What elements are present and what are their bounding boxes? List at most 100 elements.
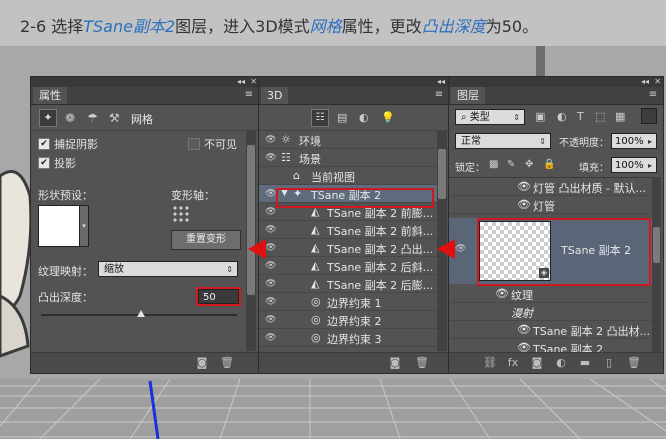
eye-icon[interactable]: 👁 (265, 279, 276, 289)
lock-transparency-icon[interactable]: ▩ (489, 159, 498, 170)
trash-icon[interactable]: 🗑 (220, 357, 234, 369)
texture-map-select[interactable]: 缩放 ⇕ (98, 261, 238, 277)
tab-layers[interactable]: 图层 (451, 87, 485, 104)
folder-icon[interactable]: ▬ (579, 357, 591, 369)
list-item[interactable]: 👁 ◎ 边界约束 1 (259, 293, 437, 311)
properties-scroll-thumb[interactable] (247, 145, 255, 295)
3d-titlebar[interactable]: ◂◂ (259, 77, 449, 87)
close-icon[interactable]: ✕ (250, 77, 257, 87)
list-item[interactable]: 👁 ◎ 边界约束 2 (259, 311, 437, 329)
eye-icon[interactable]: 👁 (265, 333, 276, 343)
eye-icon[interactable]: 👁 (265, 153, 276, 163)
new-layer-icon[interactable]: ▯ (603, 357, 615, 369)
lock-position-icon[interactable]: ✥ (525, 159, 533, 170)
layers-scroll-thumb[interactable] (653, 227, 660, 263)
light-filter-icon[interactable]: 💡 (381, 111, 395, 124)
blend-mode-select[interactable]: 正常 ⇕ (455, 133, 551, 149)
list-item-label: TSane 副本 2 凸出材... (533, 325, 651, 338)
list-item[interactable]: 👁 TSane 副本 2 凸出材... (449, 321, 652, 339)
mask-icon[interactable]: ◙ (531, 357, 543, 369)
tab-properties[interactable]: 属性 (33, 87, 67, 104)
type-filter-icon[interactable]: T (577, 110, 584, 123)
list-item-label: 灯管 凸出材质 - 默认... (533, 182, 646, 195)
list-item[interactable]: 👁 ☷ 场景 (259, 149, 437, 167)
layers-footer: ⛓ fx ◙ ◐ ▬ ▯ 🗑 (449, 352, 663, 373)
adjustment-filter-icon[interactable]: ◐ (557, 110, 567, 123)
invisible-checkbox[interactable] (188, 138, 200, 150)
properties-titlebar[interactable]: ◂◂ ✕ (31, 77, 259, 87)
eye-icon[interactable]: 👁 (517, 198, 531, 211)
eye-icon[interactable]: 👁 (517, 323, 531, 336)
list-item[interactable]: 👁 ◭ TSane 副本 2 后斜... (259, 257, 437, 275)
panel-menu-icon[interactable]: ≡ (243, 89, 255, 101)
eye-icon[interactable]: 👁 (265, 225, 276, 235)
eye-icon[interactable]: 👁 (265, 189, 276, 199)
render-icon[interactable]: ◙ (196, 357, 208, 369)
deform-icon[interactable]: ❁ (65, 111, 75, 125)
eye-icon[interactable]: 👁 (265, 315, 276, 325)
tab-3d[interactable]: 3D (261, 87, 289, 104)
eye-icon[interactable]: 👁 (517, 180, 531, 193)
list-item[interactable]: 漫射 (449, 303, 652, 321)
eye-icon[interactable]: 👁 (265, 207, 276, 217)
mesh-filter-icon[interactable]: ▤ (337, 111, 347, 124)
collapse-icon[interactable]: ◂◂ (437, 77, 445, 87)
trash-icon[interactable]: 🗑 (415, 357, 429, 369)
filter-toggle[interactable] (641, 108, 657, 124)
cap-icon[interactable]: ☂ (87, 111, 98, 125)
eye-icon[interactable]: 👁 (265, 261, 276, 271)
new-light-icon[interactable]: ◙ (389, 357, 401, 369)
cast-shadow-checkbox[interactable]: ✔ (38, 157, 50, 169)
reset-deform-button[interactable]: 重置变形 (171, 230, 241, 250)
list-item-label: TSane 副本 2 前斜... (327, 225, 434, 238)
chevron-down-icon: ▸ (647, 137, 652, 146)
shape-filter-icon[interactable]: ⬚ (595, 110, 605, 123)
lock-pixels-icon[interactable]: ✎ (507, 159, 515, 170)
collapse-icon[interactable]: ◂◂ (237, 77, 245, 87)
layers-titlebar[interactable]: ◂◂ ✕ (449, 77, 663, 87)
panel-menu-icon[interactable]: ≡ (647, 89, 659, 101)
list-item[interactable]: 👁 灯管 凸出材质 - 默认... (449, 178, 652, 196)
shape-preset-dropdown-icon[interactable]: ▾ (79, 205, 89, 247)
trash-icon[interactable]: 🗑 (627, 357, 641, 369)
3d-tabbar: 3D ≡ (259, 87, 449, 105)
catch-shadow-checkbox[interactable]: ✔ (38, 138, 50, 150)
list-item[interactable]: 👁 ◭ TSane 副本 2 后膨... (259, 275, 437, 293)
list-item[interactable]: 👁 灯管 (449, 196, 652, 214)
eye-icon[interactable]: 👁 (265, 135, 276, 145)
coordinates-icon[interactable]: ⚒ (109, 111, 120, 125)
layers-scrollbar[interactable] (652, 177, 661, 353)
fx-icon[interactable]: fx (507, 357, 519, 369)
material-filter-icon[interactable]: ◐ (359, 111, 369, 124)
eye-icon[interactable]: 👁 (265, 243, 276, 253)
panel-menu-icon[interactable]: ≡ (433, 89, 445, 101)
layer-filter-value: 类型 (469, 112, 490, 123)
list-item[interactable]: ⌂ 当前视图 (259, 167, 437, 185)
eye-icon[interactable]: 👁 (265, 297, 276, 307)
3d-scroll-thumb[interactable] (438, 149, 446, 199)
mesh-icon[interactable]: ✦ (39, 109, 57, 127)
shape-preset-thumbnail[interactable] (38, 205, 80, 247)
list-item[interactable]: 👁 ◎ 边界约束 3 (259, 329, 437, 347)
eye-icon[interactable]: 👁 (455, 244, 466, 254)
smart-object-filter-icon[interactable]: ▦ (615, 110, 625, 123)
highlight-box (276, 188, 434, 208)
opacity-input[interactable]: 100% ▸ (611, 133, 657, 149)
scene-filter-icon[interactable]: ☷ (311, 109, 329, 127)
extrude-slider-thumb[interactable] (137, 310, 145, 317)
link-icon[interactable]: ⛓ (483, 357, 497, 369)
lock-all-icon[interactable]: 🔒 (543, 159, 555, 170)
list-item[interactable]: 👁 ☼ 环境 (259, 131, 437, 149)
3d-list: 👁 ☼ 环境 👁 ☷ 场景 ⌂ 当前视图 👁 ▼ ✦ TSane 副本 2 👁 ◭ TSane 副本… (259, 131, 437, 353)
deform-axis-grid-icon[interactable] (172, 205, 190, 223)
collapse-icon[interactable]: ◂◂ (641, 77, 649, 87)
layer-filter-select[interactable]: ⌕ 类型 ⇕ (455, 109, 525, 125)
pixel-filter-icon[interactable]: ▣ (535, 110, 545, 123)
list-item[interactable]: 👁 ◭ TSane 副本 2 前斜... (259, 221, 437, 239)
adjustment-icon[interactable]: ◐ (555, 357, 567, 369)
fill-input[interactable]: 100% ▸ (611, 157, 657, 173)
list-item[interactable]: 👁 ◭ TSane 副本 2 凸出... (259, 239, 437, 257)
eye-icon[interactable]: 👁 (495, 287, 509, 300)
close-icon[interactable]: ✕ (654, 77, 661, 87)
list-item[interactable]: 👁 纹理 (449, 285, 652, 303)
